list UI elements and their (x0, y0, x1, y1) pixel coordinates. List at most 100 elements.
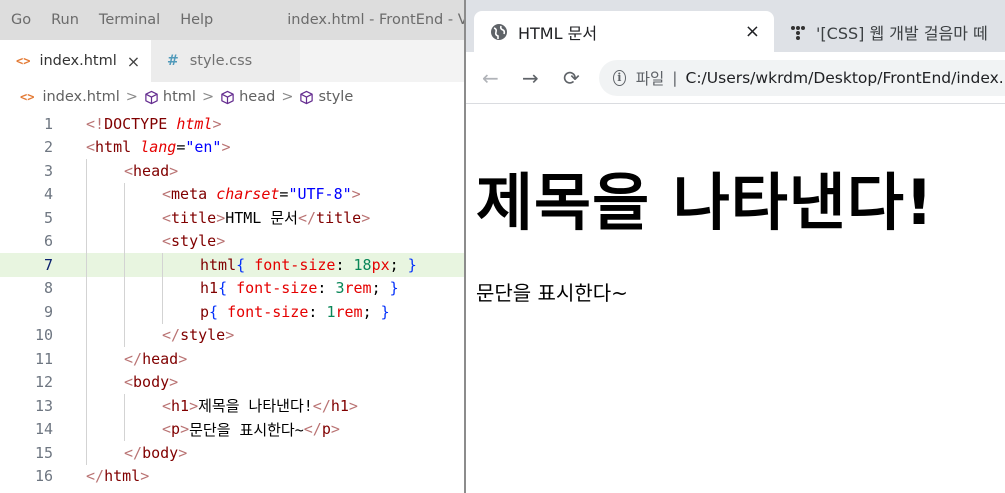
browser-tab-title: '[CSS] 웹 개발 걸음마 떼 (816, 23, 988, 43)
code-text: < body > (124, 373, 179, 392)
indent-guide (162, 300, 163, 324)
line-number: 15 (34, 443, 53, 462)
browser-window: HTML 문서 × '[CSS] 웹 개발 걸음마 떼 ← → ⟳ i 파일 |… (464, 0, 1005, 493)
code-text: </head > (124, 349, 188, 368)
browser-toolbar: ← → ⟳ i 파일 | C:/Users/wkrdm/Desktop/Fron… (466, 52, 1005, 104)
indent-guide (124, 182, 125, 206)
tab-label: index.html (39, 53, 117, 69)
code-line[interactable]: 9 p{ font-size: 1 rem; } (0, 300, 464, 324)
line-number: 9 (43, 302, 53, 321)
css-file-icon: # (167, 53, 179, 69)
indent-guide (124, 229, 125, 253)
menu-run[interactable]: Run (41, 12, 89, 28)
code-text: < h1 > 제목을 나타낸다! </h1 > (162, 396, 358, 416)
code-text: </html > (86, 467, 150, 486)
browser-tab-active[interactable]: HTML 문서 × (474, 11, 774, 52)
code-text: < style > (162, 232, 226, 251)
code-line[interactable]: 5 < title > HTML 문서 </title > (0, 206, 464, 230)
indent-guide (86, 159, 87, 183)
html-file-icon: <> (20, 90, 35, 104)
code-text: <! DOCTYPE html > (86, 114, 222, 133)
close-icon[interactable]: × (127, 52, 140, 71)
code-line[interactable]: 8 h1{ font-size: 3 rem; } (0, 276, 464, 300)
menu-bar: Go Run Terminal Help index.html - FrontE… (0, 0, 464, 40)
url-text[interactable]: C:/Users/wkrdm/Desktop/FrontEnd/index.ht… (686, 69, 1005, 87)
indent-guide (86, 229, 87, 253)
breadcrumb-separator: > (125, 89, 138, 105)
code-line[interactable]: 12 < body > (0, 370, 464, 394)
indent-guide (86, 276, 87, 300)
code-text: </style > (162, 326, 235, 345)
menu-help[interactable]: Help (170, 12, 223, 28)
indent-guide (124, 276, 125, 300)
indent-guide (86, 394, 87, 418)
tab-index-html[interactable]: <> index.html × (0, 40, 151, 82)
line-number: 13 (34, 396, 53, 415)
menu-go[interactable]: Go (0, 12, 41, 28)
indent-guide (86, 370, 87, 394)
indent-guide (124, 300, 125, 324)
window-title: index.html - FrontEnd - Visu (287, 12, 464, 28)
reload-icon[interactable]: ⟳ (563, 66, 580, 90)
line-number: 7 (43, 255, 53, 274)
cube-icon (221, 90, 234, 104)
code-text: < p > 문단을 표시한다~ </p > (162, 420, 340, 439)
code-text: html{ font-size: 18 px; } (200, 255, 417, 274)
editor-tab-bar: <> index.html × # style.css (0, 40, 464, 82)
info-icon[interactable]: i (613, 70, 626, 86)
breadcrumb-head[interactable]: head (239, 89, 275, 105)
indent-guide (162, 276, 163, 300)
line-number: 16 (34, 467, 53, 486)
breadcrumb: <> index.html > html > head > style (0, 82, 464, 112)
address-bar[interactable]: i 파일 | C:/Users/wkrdm/Desktop/FrontEnd/i… (599, 60, 1005, 96)
code-text: < title > HTML 문서 </title > (162, 208, 371, 228)
breadcrumb-file[interactable]: index.html (42, 89, 119, 105)
code-line[interactable]: 13 < h1 > 제목을 나타낸다! </h1 > (0, 394, 464, 418)
code-line-active[interactable]: 7 html{ font-size: 18 px; } (0, 253, 464, 277)
line-number: 14 (34, 420, 53, 439)
indent-guide (124, 394, 125, 418)
breadcrumb-separator: > (201, 89, 215, 105)
indent-guide (86, 417, 87, 441)
line-number: 11 (34, 349, 53, 368)
indent-guide (86, 253, 87, 277)
indent-guide (86, 323, 87, 347)
forward-arrow-icon[interactable]: → (522, 66, 539, 90)
code-line[interactable]: 14 < p > 문단을 표시한다~ </p > (0, 417, 464, 441)
code-line[interactable]: 10 </style > (0, 323, 464, 347)
indent-guide (124, 323, 125, 347)
code-editor[interactable]: 1 <! DOCTYPE html > 2 < html lang = "en" > 3 <… (0, 112, 464, 493)
menu-terminal[interactable]: Terminal (89, 12, 170, 28)
page-paragraph: 문단을 표시한다~ (476, 281, 628, 305)
code-line[interactable]: 2 < html lang = "en" > (0, 136, 464, 160)
breadcrumb-html[interactable]: html (163, 89, 196, 105)
breadcrumb-style[interactable]: style (318, 89, 353, 105)
code-text: < meta charset = "UTF-8" > (162, 185, 361, 204)
code-text: < head > (124, 161, 179, 180)
browser-tab-inactive[interactable]: '[CSS] 웹 개발 걸음마 떼 (784, 11, 988, 52)
line-number: 5 (43, 208, 53, 227)
code-line[interactable]: 16 </html > (0, 465, 464, 489)
page-heading: 제목을 나타낸다! (476, 166, 935, 239)
code-line[interactable]: 15 </body > (0, 441, 464, 465)
code-line[interactable]: 3 < head > (0, 159, 464, 183)
indent-guide (86, 441, 87, 465)
back-arrow-icon[interactable]: ← (482, 66, 499, 90)
line-number: 12 (34, 373, 53, 392)
close-icon[interactable]: × (745, 21, 760, 42)
code-line[interactable]: 4 < meta charset = "UTF-8" > (0, 182, 464, 206)
globe-icon (491, 23, 507, 40)
tab-label: style.css (189, 53, 253, 69)
code-line[interactable]: 6 < style > (0, 229, 464, 253)
code-line[interactable]: 11 </head > (0, 347, 464, 371)
line-number: 1 (43, 114, 53, 133)
code-text: < html lang = "en" > (86, 138, 231, 157)
tab-style-css[interactable]: # style.css (151, 40, 300, 82)
indent-guide (86, 347, 87, 371)
indent-guide (124, 417, 125, 441)
vscode-window: Go Run Terminal Help index.html - FrontE… (0, 0, 464, 493)
line-number: 4 (43, 185, 53, 204)
indent-guide (124, 206, 125, 230)
line-number: 6 (43, 232, 53, 251)
code-line[interactable]: 1 <! DOCTYPE html > (0, 112, 464, 136)
